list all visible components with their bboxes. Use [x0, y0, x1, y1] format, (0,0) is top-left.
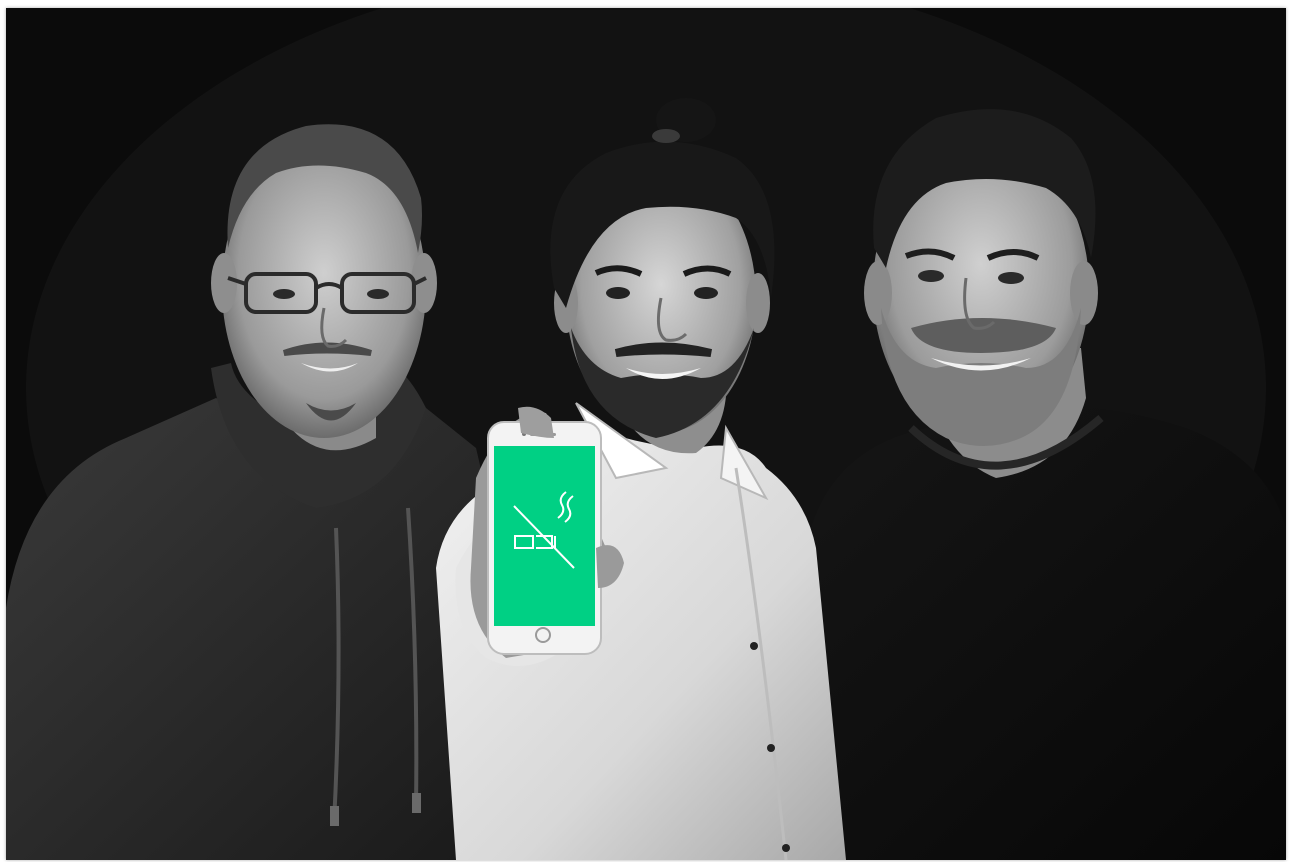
- photo-frame: [0, 0, 1293, 862]
- scene-illustration: [6, 8, 1286, 860]
- photograph: [6, 8, 1286, 860]
